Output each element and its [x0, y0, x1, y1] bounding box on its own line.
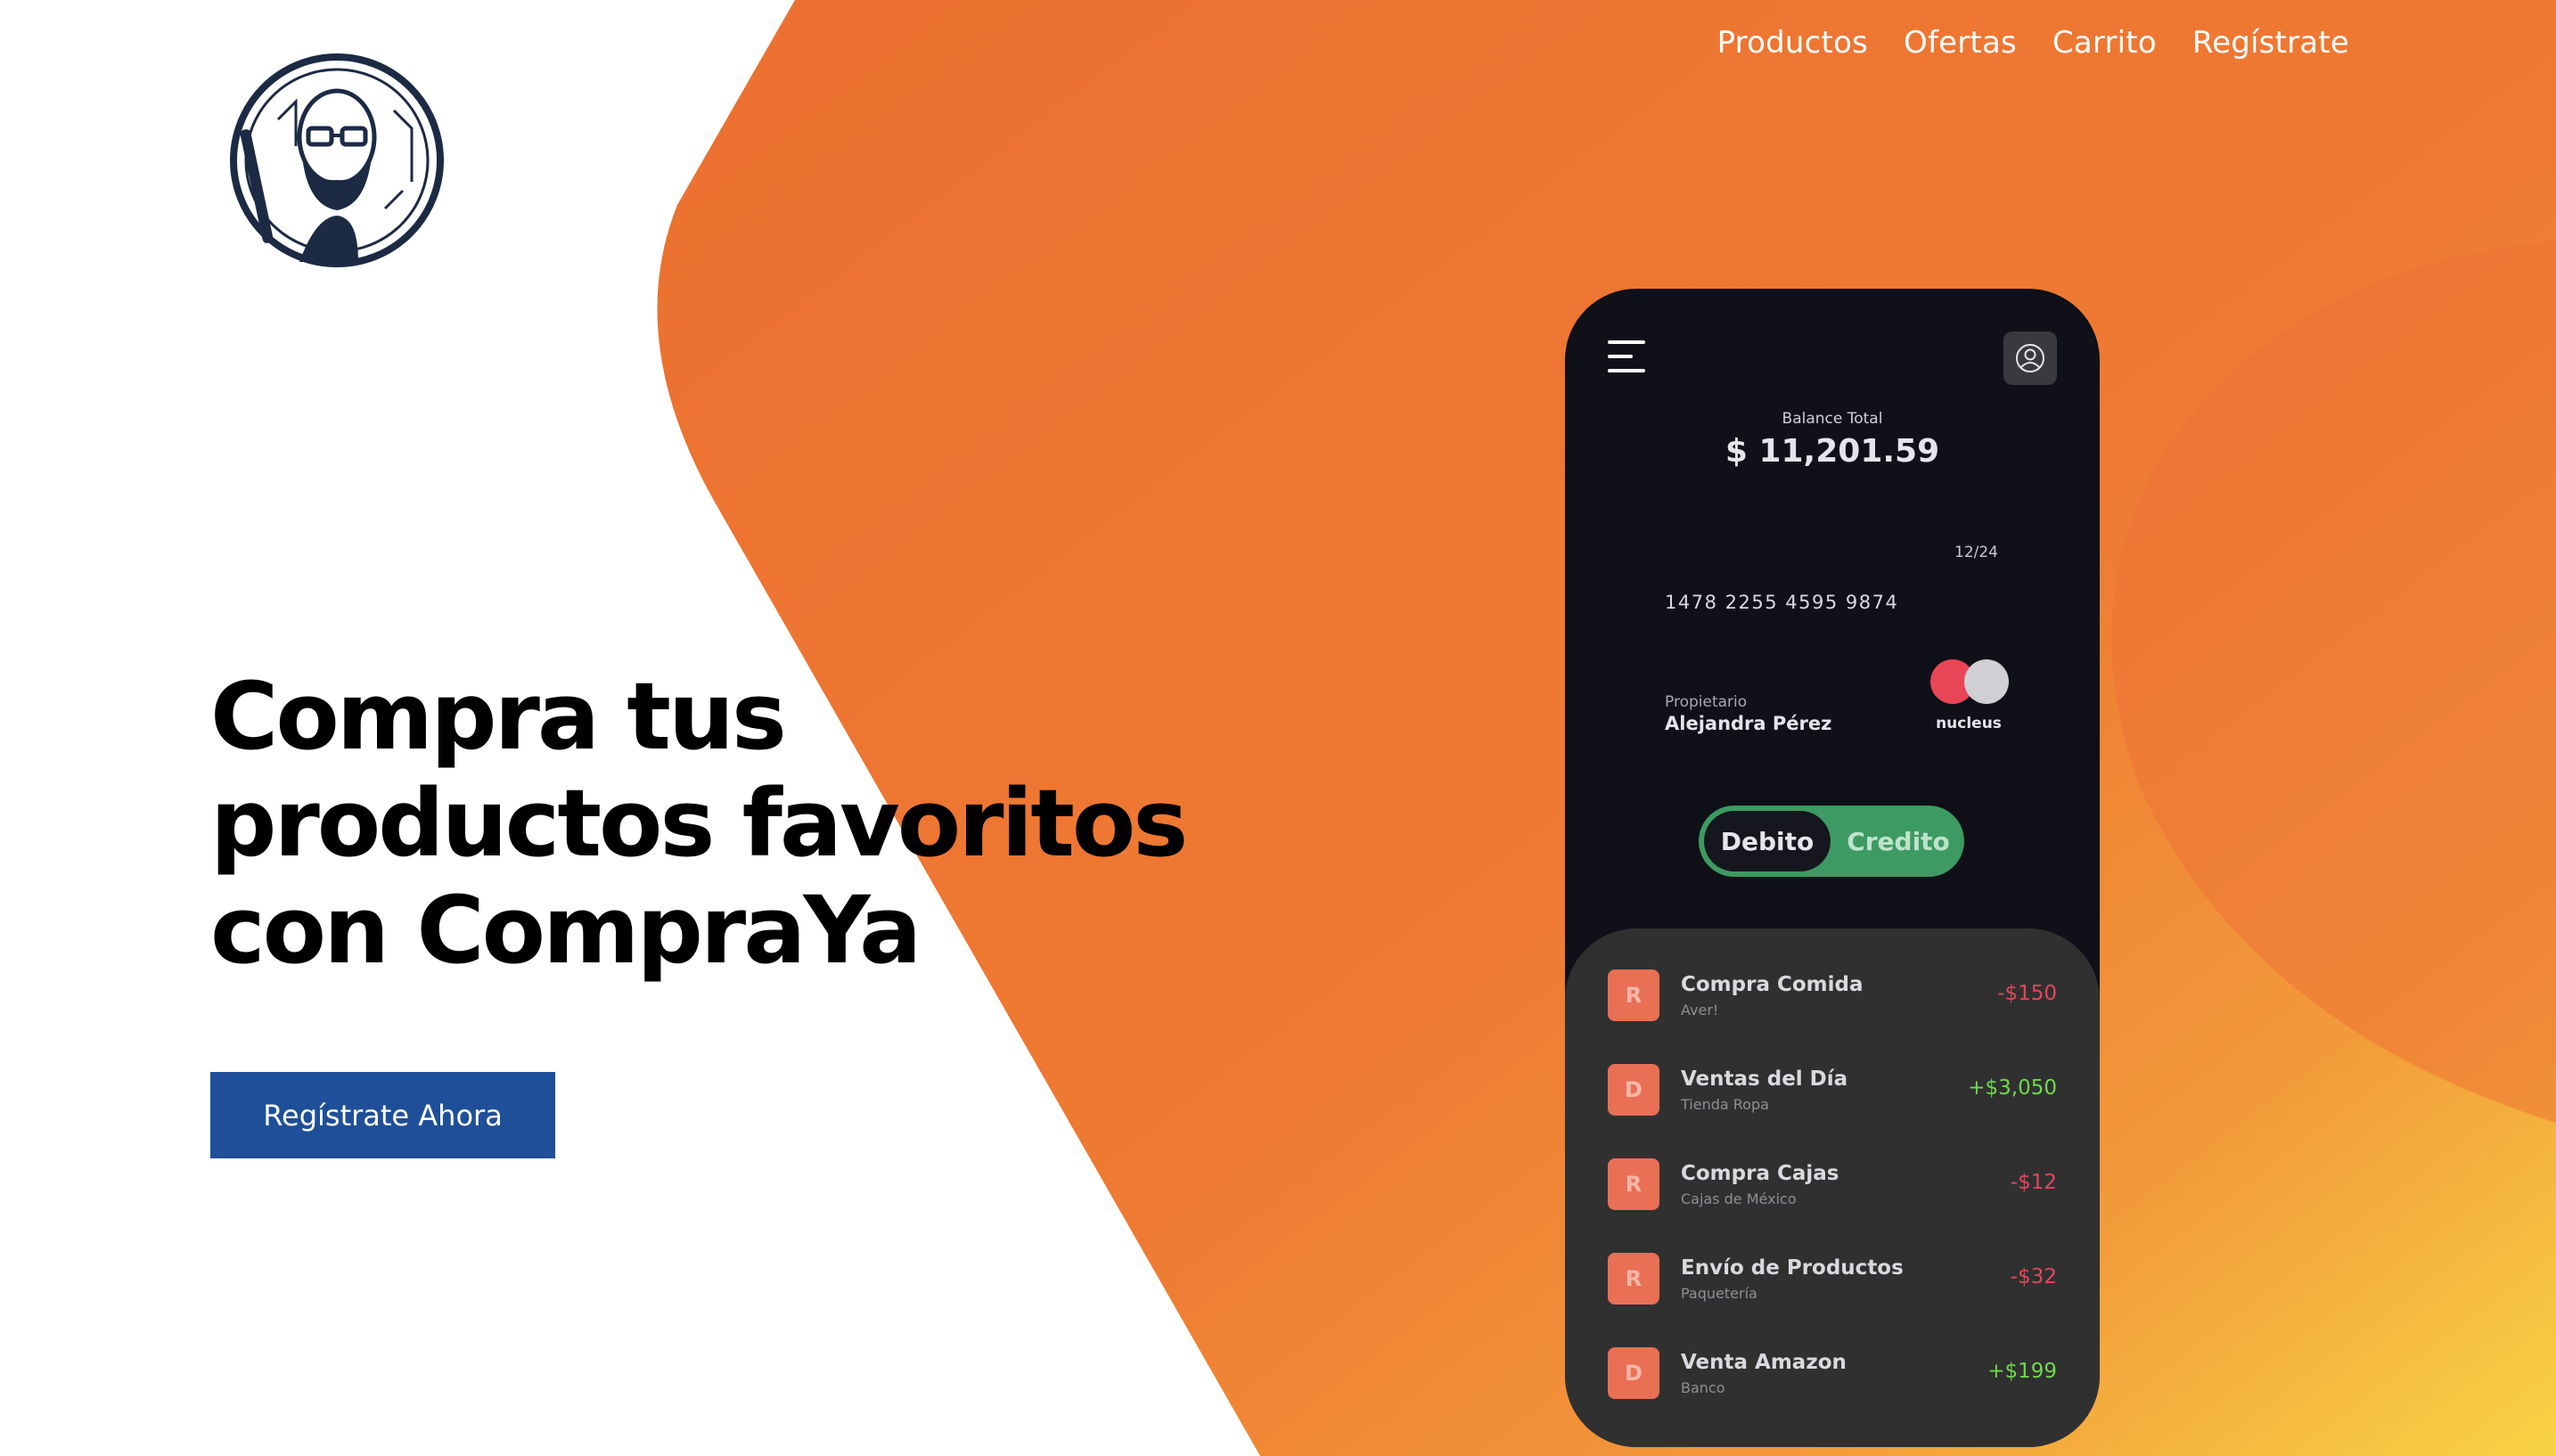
- logo-portrait-icon: [230, 53, 444, 267]
- logo[interactable]: [225, 48, 449, 273]
- card-number: 1478 2255 4595 9874: [1665, 592, 1899, 613]
- nav-productos[interactable]: Productos: [1717, 25, 1868, 61]
- menu-icon[interactable]: [1608, 340, 1645, 372]
- transaction-subtitle: Cajas de México: [1681, 1190, 1797, 1207]
- card-owner-label: Propietario: [1665, 693, 1748, 711]
- transaction-row[interactable]: D Venta Amazon Banco +$199: [1565, 1333, 2100, 1413]
- transaction-row[interactable]: R Compra Comida Aver! -$150: [1565, 955, 2100, 1035]
- hero-title-line-1: Compra tus: [210, 662, 787, 771]
- transaction-badge: D: [1608, 1347, 1659, 1399]
- nav-registrate[interactable]: Regístrate: [2192, 25, 2349, 61]
- card-brand-circles-icon: [1930, 659, 2019, 706]
- transaction-subtitle: Paquetería: [1681, 1285, 1757, 1302]
- transaction-amount: -$32: [2010, 1265, 2057, 1288]
- hero-title: Compra tus productos favoritos con Compr…: [210, 663, 1280, 984]
- hero-title-line-3: con CompraYa: [210, 876, 922, 985]
- transaction-row[interactable]: R Envío de Productos Paquetería -$32: [1565, 1239, 2100, 1319]
- transaction-badge: R: [1608, 1253, 1659, 1305]
- debit-credit-toggle[interactable]: Debito Credito: [1699, 806, 1964, 877]
- transaction-title: Ventas del Día: [1681, 1067, 1848, 1091]
- transaction-title: Compra Comida: [1681, 973, 1864, 996]
- transaction-subtitle: Tienda Ropa: [1681, 1096, 1769, 1113]
- user-icon: [2016, 344, 2044, 372]
- balance-label: Balance Total: [1782, 410, 1883, 428]
- debit-option[interactable]: Debito: [1704, 811, 1831, 871]
- user-profile-button[interactable]: [2003, 331, 2057, 385]
- transaction-title: Envío de Productos: [1681, 1256, 1904, 1280]
- transaction-badge: R: [1608, 969, 1659, 1021]
- nav-ofertas[interactable]: Ofertas: [1904, 25, 2017, 61]
- transaction-amount: +$199: [1987, 1360, 2057, 1383]
- transaction-amount: -$150: [1997, 982, 2057, 1005]
- transaction-badge: R: [1608, 1158, 1659, 1210]
- credit-option[interactable]: Credito: [1832, 806, 1964, 877]
- transaction-subtitle: Banco: [1681, 1379, 1725, 1396]
- hero-title-line-2: productos favoritos: [210, 769, 1188, 878]
- register-now-button[interactable]: Regístrate Ahora: [210, 1072, 555, 1158]
- top-nav: Productos Ofertas Carrito Regístrate: [1717, 25, 2349, 61]
- transaction-title: Venta Amazon: [1681, 1351, 1847, 1374]
- transaction-row[interactable]: R Compra Cajas Cajas de México -$12: [1565, 1144, 2100, 1224]
- transaction-title: Compra Cajas: [1681, 1162, 1839, 1185]
- card-owner-name: Alejandra Pérez: [1665, 713, 1832, 734]
- card-brand: nucleus: [1936, 715, 2002, 732]
- transaction-badge: D: [1608, 1064, 1659, 1116]
- nav-carrito[interactable]: Carrito: [2052, 25, 2157, 61]
- transaction-row[interactable]: D Ventas del Día Tienda Ropa +$3,050: [1565, 1050, 2100, 1130]
- transaction-subtitle: Aver!: [1681, 1002, 1719, 1018]
- transactions-panel: R Compra Comida Aver! -$150 D Ventas del…: [1565, 928, 2100, 1447]
- transaction-amount: +$3,050: [1968, 1076, 2057, 1100]
- phone-mockup: Balance Total $ 11,201.59 12/24 1478 225…: [1565, 289, 2100, 1447]
- transaction-amount: -$12: [2010, 1171, 2057, 1194]
- card-expiry: 12/24: [1954, 544, 1998, 561]
- balance-value: $ 11,201.59: [1724, 433, 1940, 470]
